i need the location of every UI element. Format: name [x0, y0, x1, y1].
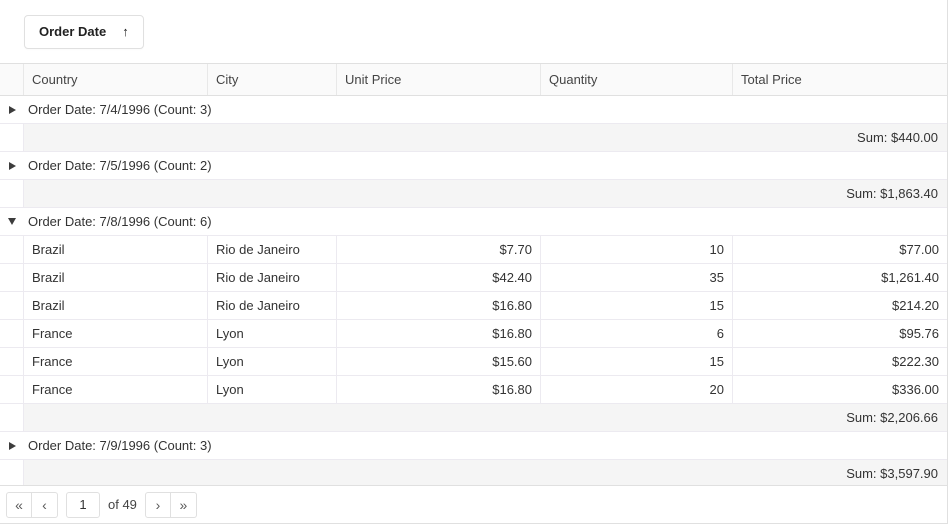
header-cell-quantity[interactable]: Quantity: [541, 64, 733, 95]
cell-unit_price: $16.80: [337, 320, 541, 347]
group-label: Order Date: 7/9/1996 (Count: 3): [28, 438, 212, 453]
collapse-group-icon[interactable]: [0, 218, 24, 225]
page-number-input[interactable]: 1: [66, 491, 100, 518]
group-summary-row: Sum: $2,206.66: [0, 404, 947, 432]
expand-group-icon[interactable]: [0, 161, 24, 170]
cell-total_price: $214.20: [892, 298, 939, 313]
row-indent-cell: [0, 348, 24, 375]
group-header-row[interactable]: Order Date: 7/9/1996 (Count: 3): [0, 432, 947, 460]
cell-quantity: 10: [541, 236, 733, 263]
cell-quantity: 15: [541, 292, 733, 319]
header-cell-city[interactable]: City: [208, 64, 337, 95]
cell-country: Brazil: [24, 292, 208, 319]
grid-header-row: Country City Unit Price Quantity Total P…: [0, 64, 947, 96]
cell-quantity: 6: [541, 320, 733, 347]
group-chip-label: Order Date: [39, 24, 107, 39]
group-summary-value: Sum: $1,863.40: [24, 180, 947, 207]
cell-quantity: 35: [541, 264, 733, 291]
header-indent-cell: [0, 64, 24, 95]
group-summary-value: Sum: $3,597.90: [24, 460, 947, 485]
group-drop-panel: Order Date ↑: [0, 0, 947, 64]
cell-unit_price: $7.70: [337, 236, 541, 263]
group-header-row[interactable]: Order Date: 7/5/1996 (Count: 2): [0, 152, 947, 180]
group-header-row[interactable]: Order Date: 7/8/1996 (Count: 6): [0, 208, 947, 236]
table-row[interactable]: France Lyon $16.80 6 $95.76: [0, 320, 947, 348]
group-chip-order-date[interactable]: Order Date ↑: [24, 14, 144, 49]
group-summary-row: Sum: $1,863.40: [0, 180, 947, 208]
cell-city: Lyon: [208, 376, 337, 403]
cell-total_price: $77.00: [899, 242, 939, 257]
cell-unit_price: $42.40: [337, 264, 541, 291]
triangle-right-icon: [8, 441, 16, 450]
cell-country: France: [24, 348, 208, 375]
last-page-button[interactable]: »: [170, 491, 197, 518]
page-count-label: of 49: [108, 497, 137, 512]
data-grid: Order Date ↑ Country City Unit Price Qua…: [0, 0, 948, 524]
cell-city: Lyon: [208, 348, 337, 375]
table-row[interactable]: France Lyon $16.80 20 $336.00: [0, 376, 947, 404]
group-label: Order Date: 7/4/1996 (Count: 3): [28, 102, 212, 117]
cell-total_price: $222.30: [892, 354, 939, 369]
group-label: Order Date: 7/8/1996 (Count: 6): [28, 214, 212, 229]
cell-quantity: 20: [541, 376, 733, 403]
group-summary-value: Sum: $2,206.66: [24, 404, 947, 431]
summary-indent-cell: [0, 180, 24, 207]
pager-next-group: › »: [144, 491, 197, 518]
row-indent-cell: [0, 292, 24, 319]
cell-city: Lyon: [208, 320, 337, 347]
grid-body: Order Date: 7/4/1996 (Count: 3) Sum: $440…: [0, 96, 947, 485]
cell-quantity: 15: [541, 348, 733, 375]
row-indent-cell: [0, 320, 24, 347]
group-label: Order Date: 7/5/1996 (Count: 2): [28, 158, 212, 173]
first-page-button[interactable]: «: [6, 491, 32, 518]
expand-group-icon[interactable]: [0, 441, 24, 450]
header-cell-country[interactable]: Country: [24, 64, 208, 95]
previous-page-button[interactable]: ‹: [32, 491, 58, 518]
cell-country: France: [24, 376, 208, 403]
triangle-right-icon: [8, 161, 16, 170]
header-cell-total-price[interactable]: Total Price: [733, 64, 947, 95]
group-summary-row: Sum: $440.00: [0, 124, 947, 152]
table-row[interactable]: Brazil Rio de Janeiro $7.70 10 $77.00: [0, 236, 947, 264]
pager-prev-group: « ‹: [6, 491, 58, 518]
cell-country: France: [24, 320, 208, 347]
table-row[interactable]: Brazil Rio de Janeiro $42.40 35 $1,261.40: [0, 264, 947, 292]
cell-unit_price: $15.60: [337, 348, 541, 375]
group-summary-row: Sum: $3,597.90: [0, 460, 947, 485]
cell-city: Rio de Janeiro: [208, 264, 337, 291]
cell-total_price: $95.76: [899, 326, 939, 341]
group-summary-value: Sum: $440.00: [24, 124, 947, 151]
cell-city: Rio de Janeiro: [208, 236, 337, 263]
pager: « ‹ 1 of 49 › »: [0, 485, 947, 523]
summary-indent-cell: [0, 460, 24, 485]
triangle-right-icon: [8, 105, 16, 114]
row-indent-cell: [0, 236, 24, 263]
summary-indent-cell: [0, 124, 24, 151]
next-page-button[interactable]: ›: [144, 491, 171, 518]
table-row[interactable]: Brazil Rio de Janeiro $16.80 15 $214.20: [0, 292, 947, 320]
group-header-row[interactable]: Order Date: 7/4/1996 (Count: 3): [0, 96, 947, 124]
cell-unit_price: $16.80: [337, 376, 541, 403]
row-indent-cell: [0, 376, 24, 403]
header-cell-unit-price[interactable]: Unit Price: [337, 64, 541, 95]
cell-unit_price: $16.80: [337, 292, 541, 319]
cell-country: Brazil: [24, 264, 208, 291]
expand-group-icon[interactable]: [0, 105, 24, 114]
cell-total_price: $1,261.40: [881, 270, 939, 285]
cell-total_price: $336.00: [892, 382, 939, 397]
row-indent-cell: [0, 264, 24, 291]
cell-city: Rio de Janeiro: [208, 292, 337, 319]
sort-ascending-icon[interactable]: ↑: [122, 25, 129, 38]
triangle-down-icon: [8, 218, 16, 225]
cell-country: Brazil: [24, 236, 208, 263]
table-row[interactable]: France Lyon $15.60 15 $222.30: [0, 348, 947, 376]
summary-indent-cell: [0, 404, 24, 431]
